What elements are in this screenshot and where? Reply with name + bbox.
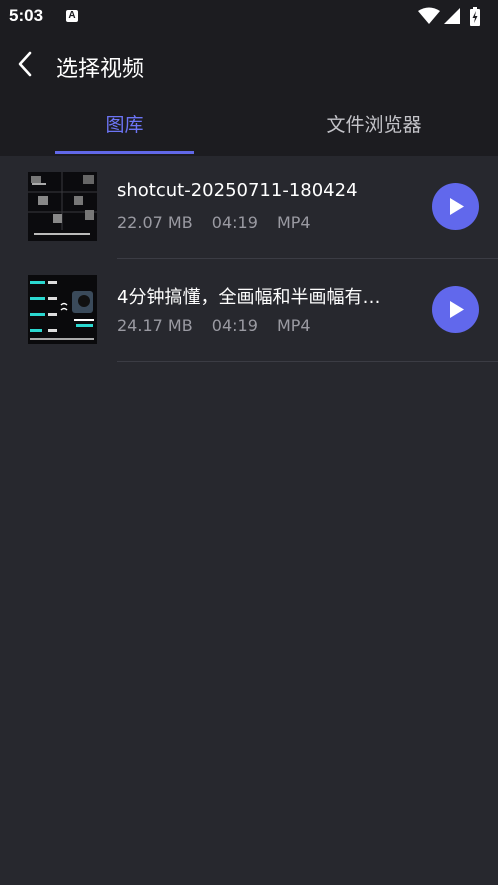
video-duration: 04:19 bbox=[211, 316, 258, 335]
video-title: 4分钟搞懂，全画幅和半画幅有… bbox=[117, 287, 381, 308]
video-thumbnail bbox=[28, 172, 97, 241]
video-meta: 24.17 MB 04:19 MP4 bbox=[117, 316, 325, 335]
page-title: 选择视频 bbox=[56, 57, 145, 82]
video-format: MP4 bbox=[276, 213, 311, 232]
notification-a-icon: A bbox=[66, 10, 78, 22]
video-list-item[interactable]: shotcut-20250711-180424 22.07 MB 04:19 M… bbox=[0, 156, 498, 259]
status-time: 5:03 bbox=[9, 6, 44, 25]
video-thumbnail bbox=[28, 275, 97, 344]
play-icon bbox=[450, 198, 464, 215]
tab-gallery[interactable]: 图库 bbox=[55, 94, 194, 156]
battery-icon bbox=[470, 7, 480, 26]
cell-signal-icon bbox=[444, 8, 460, 24]
video-title: shotcut-20250711-180424 bbox=[117, 180, 358, 201]
video-format: MP4 bbox=[276, 316, 311, 335]
list-divider bbox=[117, 361, 498, 362]
video-size: 22.07 MB bbox=[117, 213, 193, 232]
play-button[interactable] bbox=[432, 183, 479, 230]
play-icon bbox=[450, 301, 464, 318]
video-size: 24.17 MB bbox=[117, 316, 193, 335]
play-button[interactable] bbox=[432, 286, 479, 333]
video-meta: 22.07 MB 04:19 MP4 bbox=[117, 213, 325, 232]
back-button[interactable] bbox=[12, 50, 40, 78]
video-duration: 04:19 bbox=[211, 213, 258, 232]
wifi-icon bbox=[418, 7, 440, 24]
tab-file-browser[interactable]: 文件浏览器 bbox=[270, 94, 478, 156]
tab-indicator bbox=[55, 151, 194, 154]
tab-bar: 图库 文件浏览器 bbox=[0, 94, 498, 156]
video-list-item[interactable]: 4分钟搞懂，全画幅和半画幅有… 24.17 MB 04:19 MP4 bbox=[0, 259, 498, 362]
back-arrow-icon bbox=[18, 51, 32, 77]
app-header: 选择视频 bbox=[0, 34, 498, 94]
status-icons bbox=[418, 7, 488, 27]
status-bar: 5:03 A bbox=[0, 0, 498, 34]
